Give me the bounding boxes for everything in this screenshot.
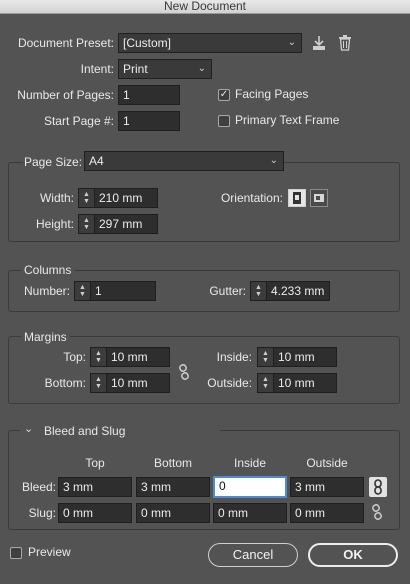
unlinked-chain-icon[interactable]	[177, 364, 191, 380]
stepper-arrows-icon[interactable]: ▲ ▼	[258, 374, 274, 392]
margin-outside-label: Outside:	[207, 376, 252, 390]
columns-number-value[interactable]: 1	[91, 282, 155, 300]
chevron-down-icon: ⌄	[269, 155, 278, 166]
preview-checkbox[interactable]	[10, 547, 22, 559]
margins-title: Margins	[21, 330, 70, 344]
bleed-top-input[interactable]: 3 mm	[58, 477, 132, 497]
margin-top-label: Top:	[63, 350, 86, 364]
bleed-header-outside: Outside	[306, 456, 348, 470]
bleed-slug-title: Bleed and Slug	[44, 424, 126, 438]
height-label: Height:	[35, 217, 74, 231]
chevron-down-icon: ⌄	[197, 63, 206, 74]
columns-title: Columns	[21, 263, 75, 277]
stepper-arrows-icon[interactable]: ▲ ▼	[91, 348, 107, 366]
trash-icon[interactable]	[337, 34, 353, 52]
bleed-label: Bleed:	[21, 480, 56, 494]
bleed-outside-input[interactable]: 3 mm	[290, 477, 364, 497]
width-stepper[interactable]: ▲ ▼ 210 mm	[78, 188, 158, 208]
gutter-stepper[interactable]: ▲ ▼ 4.233 mm	[250, 281, 330, 301]
bleed-header-top: Top	[85, 456, 105, 470]
number-of-pages-label: Number of Pages:	[17, 88, 114, 102]
margin-inside-label: Inside:	[216, 350, 252, 364]
document-preset-select[interactable]: [Custom] ⌄	[118, 33, 302, 53]
intent-label: Intent:	[80, 62, 114, 76]
margin-inside-value[interactable]: 10 mm	[274, 348, 336, 366]
facing-pages-label: Facing Pages	[235, 87, 309, 101]
stepper-arrows-icon[interactable]: ▲ ▼	[91, 374, 107, 392]
page-size-label: Page Size:	[23, 152, 85, 172]
margin-inside-stepper[interactable]: ▲ ▼ 10 mm	[257, 347, 337, 367]
window-title: New Document	[0, 0, 410, 14]
page-size-value: A4	[89, 154, 104, 168]
slug-top-input[interactable]: 0 mm	[58, 503, 132, 523]
facing-pages-checkbox[interactable]: ✓	[218, 89, 230, 101]
start-page-input[interactable]: 1	[118, 111, 180, 131]
intent-select[interactable]: Print ⌄	[118, 59, 212, 79]
document-preset-label: Document Preset:	[17, 36, 114, 50]
width-value[interactable]: 210 mm	[95, 189, 157, 207]
stepper-arrows-icon[interactable]: ▲ ▼	[251, 282, 267, 300]
gutter-label: Gutter:	[209, 284, 246, 298]
height-stepper[interactable]: ▲ ▼ 297 mm	[78, 214, 158, 234]
bleed-header-inside: Inside	[233, 456, 267, 470]
stepper-arrows-icon[interactable]: ▲ ▼	[79, 189, 95, 207]
margin-bottom-label: Bottom:	[44, 376, 86, 390]
orientation-label: Orientation:	[220, 191, 283, 205]
intent-value: Print	[123, 62, 148, 76]
margin-bottom-value[interactable]: 10 mm	[107, 374, 169, 392]
save-preset-icon[interactable]	[310, 34, 328, 52]
stepper-arrows-icon[interactable]: ▲ ▼	[75, 282, 91, 300]
chevron-down-icon: ⌄	[287, 37, 296, 48]
document-preset-value: [Custom]	[123, 36, 172, 50]
width-label: Width:	[39, 191, 74, 205]
slug-outside-input[interactable]: 0 mm	[290, 503, 364, 523]
columns-number-stepper[interactable]: ▲ ▼ 1	[74, 281, 156, 301]
linked-chain-icon[interactable]	[369, 477, 387, 497]
columns-number-label: Number:	[23, 284, 70, 298]
chevron-down-icon[interactable]: ⌄	[24, 422, 33, 435]
stepper-arrows-icon[interactable]: ▲ ▼	[258, 348, 274, 366]
ok-button[interactable]: OK	[308, 543, 398, 567]
bleed-bottom-input[interactable]: 3 mm	[136, 477, 210, 497]
margin-bottom-stepper[interactable]: ▲ ▼ 10 mm	[90, 373, 170, 393]
height-value[interactable]: 297 mm	[95, 215, 157, 233]
landscape-orientation-icon[interactable]	[310, 189, 328, 207]
cancel-button[interactable]: Cancel	[208, 543, 298, 567]
page-size-select[interactable]: A4 ⌄	[84, 151, 284, 171]
primary-text-frame-checkbox[interactable]	[218, 115, 230, 127]
margin-outside-value[interactable]: 10 mm	[274, 374, 336, 392]
unlinked-chain-icon[interactable]	[370, 504, 384, 520]
margin-outside-stepper[interactable]: ▲ ▼ 10 mm	[257, 373, 337, 393]
slug-bottom-input[interactable]: 0 mm	[136, 503, 210, 523]
number-of-pages-input[interactable]: 1	[118, 85, 180, 105]
slug-label: Slug:	[28, 506, 56, 520]
bleed-slug-header[interactable]: ⌄ Bleed and Slug	[20, 422, 220, 438]
margin-top-value[interactable]: 10 mm	[107, 348, 169, 366]
preview-label: Preview	[28, 545, 71, 559]
margin-top-stepper[interactable]: ▲ ▼ 10 mm	[90, 347, 170, 367]
start-page-label: Start Page #:	[43, 114, 114, 128]
bleed-header-bottom: Bottom	[153, 456, 192, 470]
slug-inside-input[interactable]: 0 mm	[213, 503, 287, 523]
stepper-arrows-icon[interactable]: ▲ ▼	[79, 215, 95, 233]
bleed-inside-input[interactable]: 0	[213, 476, 287, 498]
primary-text-frame-label: Primary Text Frame	[235, 113, 340, 127]
gutter-value[interactable]: 4.233 mm	[267, 282, 329, 300]
portrait-orientation-icon[interactable]	[288, 189, 306, 207]
